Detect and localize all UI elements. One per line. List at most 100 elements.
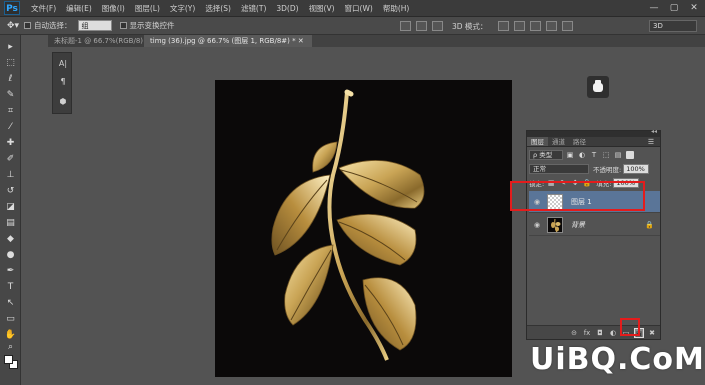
align-middle-icon[interactable] [416, 21, 427, 31]
brush-tool-icon[interactable]: ✐ [3, 153, 18, 165]
eyedropper-tool-icon[interactable]: ⁄ [3, 121, 18, 133]
3d-rotate-icon[interactable] [498, 21, 510, 31]
quick-select-tool-icon[interactable]: ✎ [3, 89, 18, 101]
blur-tool-icon[interactable]: ◆ [3, 233, 18, 245]
fx-icon[interactable]: fx [582, 328, 592, 338]
history-brush-tool-icon[interactable]: ↺ [3, 185, 18, 197]
tab-paths[interactable]: 路径 [569, 137, 590, 146]
menu-type[interactable]: 文字(Y) [165, 0, 200, 17]
menu-bar: Ps 文件(F) 编辑(E) 图像(I) 图层(L) 文字(Y) 选择(S) 滤… [0, 0, 705, 17]
hand-tool-icon[interactable]: ✋ [3, 329, 18, 341]
mask-icon[interactable]: ◘ [595, 328, 605, 338]
3d-scale-icon[interactable] [562, 21, 574, 31]
trash-icon[interactable]: ✖ [647, 328, 657, 338]
3d-slide-icon[interactable] [546, 21, 558, 31]
auto-select-label: 自动选择： [34, 21, 72, 30]
paragraph-panel-icon[interactable]: ¶ [56, 75, 70, 89]
character-panel-strip: A| ¶ ⬢ [52, 52, 72, 114]
move-tool-icon[interactable]: ▸ [3, 41, 18, 53]
layer-row-background[interactable]: ◉ 背景 🔒 [529, 214, 660, 236]
menu-edit[interactable]: 编辑(E) [61, 0, 97, 17]
collapse-icon[interactable]: ◂◂ [651, 128, 657, 135]
workspace-dropdown[interactable]: 3D [649, 20, 697, 32]
move-tool-icon[interactable]: ✥▾ [6, 20, 20, 32]
show-transform-label: 显示变换控件 [129, 21, 175, 30]
photoshop-logo: Ps [4, 1, 20, 15]
align-top-icon[interactable] [400, 21, 411, 31]
mode-3d-label: 3D 模式： [452, 21, 488, 31]
document-canvas[interactable] [215, 80, 512, 377]
layers-panel-tabs: 图层 通道 路径 [527, 137, 660, 147]
adjustment-icon[interactable]: ◐ [608, 328, 618, 338]
blend-row: 正常 不透明度: 100% [529, 164, 660, 174]
menu-view[interactable]: 视图(V) [304, 0, 340, 17]
character-panel-icon[interactable]: A| [56, 57, 70, 71]
layer-filter-dropdown[interactable]: ρ 类型 [529, 150, 563, 160]
floating-panel-icon[interactable] [587, 76, 609, 98]
dodge-tool-icon[interactable]: ● [3, 249, 18, 261]
zoom-tool-icon[interactable]: ⌕ [3, 341, 18, 353]
auto-select-checkbox[interactable] [24, 22, 31, 29]
marquee-tool-icon[interactable]: ⬚ [3, 57, 18, 69]
tab-layers[interactable]: 图层 [527, 137, 548, 146]
pen-tool-icon[interactable]: ✒ [3, 265, 18, 277]
highlight-box-layer1 [510, 181, 645, 211]
menu-help[interactable]: 帮助(H) [378, 0, 415, 17]
opacity-label: 不透明度: [593, 166, 622, 174]
layers-panel: ◂◂ 图层 通道 路径 ☰ ρ 类型 ▣ ◐ T ⬚ ▤ 正常 不透明度: 10… [526, 128, 661, 340]
minimize-button[interactable]: — [647, 2, 661, 14]
3d-pan-icon[interactable] [530, 21, 542, 31]
show-transform-checkbox[interactable] [119, 22, 127, 29]
menu-image[interactable]: 图像(I) [97, 0, 130, 17]
type-tool-icon[interactable]: T [3, 281, 18, 293]
leaf-thumbnail-icon [551, 218, 561, 232]
3d-roll-icon[interactable] [514, 21, 526, 31]
layer-thumbnail [547, 216, 563, 233]
options-bar: ✥▾ 自动选择： 组 显示变换控件 3D 模式： 3D [0, 17, 705, 35]
filter-smart-icon[interactable]: ▤ [613, 150, 623, 160]
3d-panel-icon[interactable]: ⬢ [56, 95, 70, 109]
tab-channels[interactable]: 通道 [548, 137, 569, 146]
filter-adjust-icon[interactable]: ◐ [577, 150, 587, 160]
layers-footer: ⊝ fx ◘ ◐ ▭ ▣ ✖ [527, 325, 660, 339]
hand-cursor-icon [593, 80, 603, 92]
menu-select[interactable]: 选择(S) [200, 0, 236, 17]
layer-filter-row: ρ 类型 ▣ ◐ T ⬚ ▤ [529, 150, 660, 160]
tools-panel: ▸ ⬚ ℓ ✎ ⌗ ⁄ ✚ ✐ ⊥ ↺ ◪ ▤ ◆ ● ✒ T ↖ ▭ ✋ ⌕ [0, 35, 21, 385]
tab-timg[interactable]: timg (36).jpg @ 66.7% (图层 1, RGB/8#) * ✕ [144, 35, 312, 47]
crop-tool-icon[interactable]: ⌗ [3, 105, 18, 117]
lock-icon: 🔒 [645, 220, 654, 229]
gradient-tool-icon[interactable]: ▤ [3, 217, 18, 229]
menu-layer[interactable]: 图层(L) [130, 0, 165, 17]
tab-untitled[interactable]: 未标题-1 @ 66.7%(RGB/8) ✕ [48, 35, 151, 47]
shape-tool-icon[interactable]: ▭ [3, 313, 18, 325]
filter-type-icon[interactable]: T [589, 150, 599, 160]
filter-pixel-icon[interactable]: ▣ [565, 150, 575, 160]
visibility-eye-icon[interactable]: ◉ [531, 219, 543, 231]
blend-mode-dropdown[interactable]: 正常 [529, 164, 589, 174]
opacity-field[interactable]: 100% [623, 164, 650, 174]
link-icon[interactable]: ⊝ [569, 328, 579, 338]
menu-window[interactable]: 窗口(W) [340, 0, 378, 17]
document-tabs: 未标题-1 @ 66.7%(RGB/8) ✕ timg (36).jpg @ 6… [48, 35, 705, 47]
panel-menu-icon[interactable]: ☰ [646, 137, 656, 147]
filter-shape-icon[interactable]: ⬚ [601, 150, 611, 160]
layer-name[interactable]: 背景 [571, 220, 585, 230]
maximize-button[interactable]: ▢ [667, 2, 681, 14]
lasso-tool-icon[interactable]: ℓ [3, 73, 18, 85]
align-bottom-icon[interactable] [432, 21, 443, 31]
path-select-tool-icon[interactable]: ↖ [3, 297, 18, 309]
auto-select-dropdown[interactable]: 组 [77, 20, 112, 31]
close-button[interactable]: ✕ [687, 2, 701, 14]
menu-filter[interactable]: 滤镜(T) [236, 0, 271, 17]
filter-toggle[interactable] [626, 151, 634, 159]
menu-3d[interactable]: 3D(D) [271, 0, 303, 17]
align-controls: 3D 模式： [400, 17, 574, 35]
golden-leaf-branch-image [271, 89, 425, 361]
menu-file[interactable]: 文件(F) [26, 0, 61, 17]
healing-tool-icon[interactable]: ✚ [3, 137, 18, 149]
clone-stamp-tool-icon[interactable]: ⊥ [3, 169, 18, 181]
watermark-text: UiBQ.CoM [530, 342, 705, 377]
eraser-tool-icon[interactable]: ◪ [3, 201, 18, 213]
foreground-color-swatch[interactable] [4, 355, 13, 364]
